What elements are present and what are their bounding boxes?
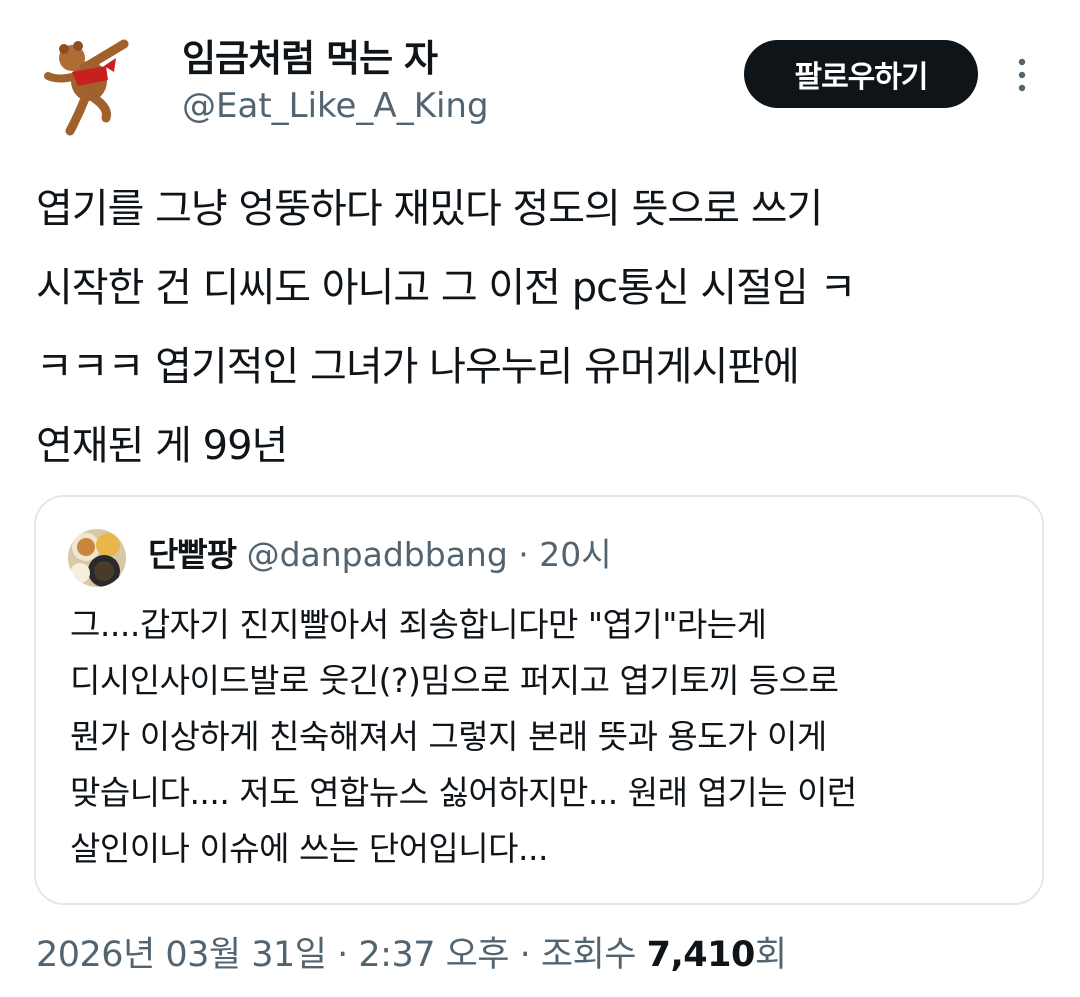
quote-header: 단빹팡 @danpadbbang · 20시 (148, 531, 612, 579)
meta-separator: · (326, 935, 359, 975)
follow-button[interactable]: 팔로우하기 (744, 40, 978, 108)
quote-line: 살인이나 이슈에 쓰는 단어입니다... (70, 829, 548, 868)
tweet-line: 엽기를 그냥 엉뚱하다 재밌다 정도의 뜻으로 쓰기 (36, 186, 823, 232)
author-avatar[interactable] (34, 36, 134, 136)
tweet-meta: 2026년 03월 31일 · 2:37 오후 · 조회수 7,410회 (36, 930, 787, 980)
tweet-line: ㅋㅋㅋ 엽기적인 그녀가 나우누리 유머게시판에 (36, 344, 800, 390)
more-vertical-icon[interactable] (1010, 56, 1034, 96)
views-count[interactable]: 7,410 (647, 935, 756, 975)
author-handle[interactable]: @Eat_Like_A_King (182, 84, 489, 128)
tweet-line: 연재된 게 99년 (36, 423, 288, 469)
tweet-date[interactable]: 2026년 03월 31일 (36, 935, 327, 975)
author-names: 임금처럼 먹는 자 @Eat_Like_A_King (182, 36, 489, 128)
tweet-header: 임금처럼 먹는 자 @Eat_Like_A_King 팔로우하기 (0, 0, 1080, 150)
views-label: 조회수 (540, 935, 647, 975)
views-suffix: 회 (754, 935, 787, 975)
meta-separator: · (509, 935, 541, 975)
quote-line: 뭔가 이상하게 친숙해져서 그렇지 본래 뜻과 용도가 이게 (70, 717, 827, 756)
quote-separator: · (518, 535, 529, 574)
author-display-name[interactable]: 임금처럼 먹는 자 (182, 36, 489, 82)
quote-text: 그....갑자기 진지빨아서 죄송합니다만 "엽기"라는게 디시인사이드발로 웃… (70, 597, 1030, 877)
quote-author-name[interactable]: 단빹팡 (148, 535, 237, 574)
quote-line: 디시인사이드발로 웃긴(?)밈으로 퍼지고 엽기토끼 등으로 (70, 661, 839, 700)
quote-line: 맞습니다.... 저도 연합뉴스 싫어하지만... 원래 엽기는 이런 (70, 773, 857, 812)
quote-timestamp[interactable]: 20시 (539, 535, 611, 574)
quote-line: 그....갑자기 진지빨아서 죄송합니다만 "엽기"라는게 (70, 605, 767, 644)
tweet-line: 시작한 건 디씨도 아니고 그 이전 pc통신 시절임 ㅋ (36, 265, 856, 311)
tweet-text: 엽기를 그냥 엉뚱하다 재밌다 정도의 뜻으로 쓰기 시작한 건 디씨도 아니고… (36, 170, 1046, 486)
quoted-tweet[interactable]: 단빹팡 @danpadbbang · 20시 그....갑자기 진지빨아서 죄송… (34, 495, 1044, 905)
quote-author-handle[interactable]: @danpadbbang (247, 535, 508, 574)
quote-author-avatar[interactable] (68, 529, 126, 587)
tweet-time[interactable]: 2:37 오후 (358, 935, 509, 975)
